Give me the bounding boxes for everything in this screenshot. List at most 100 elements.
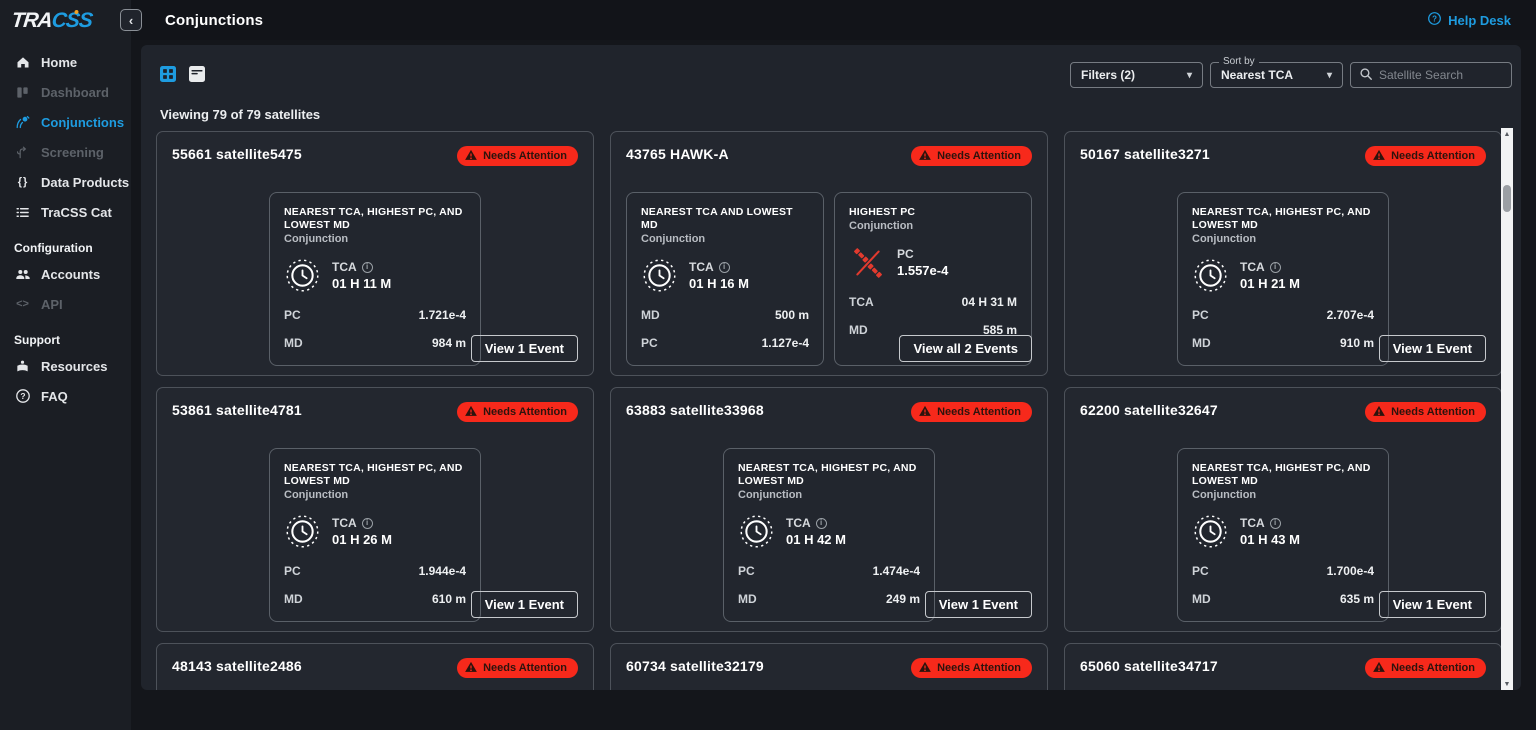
- help-desk-link[interactable]: ? Help Desk: [1427, 0, 1511, 40]
- satellite-card: 43765 HAWK-A Needs Attention NEAREST TCA…: [610, 131, 1048, 376]
- viewing-count-text: Viewing 79 of 79 satellites: [160, 107, 320, 122]
- sidebar-item-label: API: [41, 297, 63, 312]
- conjunction-panel-subtitle: Conjunction: [284, 233, 466, 245]
- info-icon[interactable]: i: [362, 262, 373, 273]
- metric-value: 1.557e-4: [897, 263, 948, 278]
- list-view-icon[interactable]: [189, 66, 205, 82]
- conjunction-panel-title: HIGHEST PC: [849, 206, 1017, 219]
- sidebar-item-data-products[interactable]: { } Data Products: [0, 167, 131, 197]
- card-header: 53861 satellite4781 Needs Attention: [172, 402, 578, 422]
- sidebar-item-label: Data Products: [41, 175, 129, 190]
- row-label: MD: [849, 323, 868, 337]
- view-events-button[interactable]: View all 2 Events: [899, 335, 1032, 362]
- sidebar-item-label: Conjunctions: [41, 115, 124, 130]
- warning-triangle-icon: [918, 660, 932, 677]
- sidebar-item-tracss-cat[interactable]: TraCSS Cat: [0, 197, 131, 227]
- metric-value: 01 H 26 M: [332, 532, 392, 547]
- logo-text-tra: TRA: [10, 9, 53, 32]
- needs-attention-badge: Needs Attention: [1365, 658, 1486, 678]
- row-value: 1.474e-4: [873, 564, 920, 578]
- card-header: 55661 satellite5475 Needs Attention: [172, 146, 578, 166]
- grid-view-icon[interactable]: [160, 66, 176, 82]
- view-events-button[interactable]: View 1 Event: [471, 335, 578, 362]
- help-icon: ?: [1427, 11, 1442, 29]
- sidebar-item-api[interactable]: <> API: [0, 289, 131, 319]
- conjunction-panel-subtitle: Conjunction: [284, 489, 466, 501]
- chevron-left-icon: ‹: [129, 13, 133, 28]
- tracss-logo: TRACSS: [0, 0, 133, 33]
- metric-row: PC 2.707e-4: [1192, 308, 1374, 322]
- row-label: PC: [284, 564, 301, 578]
- row-label: PC: [738, 564, 755, 578]
- view-toggles: [160, 66, 205, 82]
- sidebar-item-resources[interactable]: Resources: [0, 351, 131, 381]
- satellite-title: 63883 satellite33968: [626, 402, 764, 418]
- sidebar-item-home[interactable]: Home: [0, 47, 131, 77]
- primary-metric: PC 1.557e-4: [849, 244, 1017, 281]
- primary-metric: TCA i 01 H 42 M: [738, 513, 920, 550]
- needs-attention-badge: Needs Attention: [911, 402, 1032, 422]
- info-icon[interactable]: i: [1270, 518, 1281, 529]
- row-label: MD: [1192, 336, 1211, 350]
- chevron-down-icon: ▾: [1327, 70, 1332, 81]
- info-icon[interactable]: i: [719, 262, 730, 273]
- filters-dropdown[interactable]: Filters (2) ▾: [1070, 62, 1203, 88]
- badge-label: Needs Attention: [937, 406, 1021, 418]
- sidebar-item-label: TraCSS Cat: [41, 205, 112, 220]
- primary-metric: TCA i 01 H 16 M: [641, 257, 809, 294]
- metric-row: MD 910 m: [1192, 336, 1374, 350]
- view-events-button[interactable]: View 1 Event: [1379, 335, 1486, 362]
- card-header: 62200 satellite32647 Needs Attention: [1080, 402, 1486, 422]
- row-value: 635 m: [1340, 592, 1374, 606]
- conjunction-panel-subtitle: Conjunction: [738, 489, 920, 501]
- scroll-down-icon[interactable]: ▼: [1501, 678, 1513, 690]
- metric-row: PC 1.474e-4: [738, 564, 920, 578]
- clock-icon: [641, 257, 678, 294]
- sidebar-collapse-button[interactable]: ‹: [120, 9, 142, 31]
- sidebar-item-conjunctions[interactable]: Conjunctions: [0, 107, 131, 137]
- view-events-button[interactable]: View 1 Event: [1379, 591, 1486, 618]
- row-label: MD: [284, 592, 303, 606]
- resources-icon: [14, 358, 31, 375]
- satellite-title: 55661 satellite5475: [172, 146, 302, 162]
- badge-label: Needs Attention: [483, 662, 567, 674]
- sidebar-item-label: Home: [41, 55, 77, 70]
- scrollbar-thumb[interactable]: [1503, 185, 1511, 212]
- card-header: 65060 satellite34717 Needs Attention: [1080, 658, 1486, 678]
- sort-by-label: Sort by: [1219, 56, 1259, 67]
- info-icon[interactable]: i: [816, 518, 827, 529]
- info-icon[interactable]: i: [362, 518, 373, 529]
- metric-label: TCA i: [1240, 516, 1300, 530]
- sidebar-section-support: Support: [0, 333, 131, 347]
- vertical-scrollbar[interactable]: ▲ ▼: [1501, 128, 1513, 690]
- svg-text:?: ?: [20, 391, 25, 401]
- warning-triangle-icon: [464, 148, 478, 165]
- badge-label: Needs Attention: [1391, 662, 1475, 674]
- view-events-button[interactable]: View 1 Event: [925, 591, 1032, 618]
- sidebar-item-accounts[interactable]: Accounts: [0, 259, 131, 289]
- sidebar-item-screening[interactable]: Screening: [0, 137, 131, 167]
- needs-attention-badge: Needs Attention: [1365, 402, 1486, 422]
- needs-attention-badge: Needs Attention: [457, 402, 578, 422]
- primary-metric: TCA i 01 H 26 M: [284, 513, 466, 550]
- metric-row: MD 635 m: [1192, 592, 1374, 606]
- sidebar-item-faq[interactable]: ? FAQ: [0, 381, 131, 411]
- scroll-up-icon[interactable]: ▲: [1501, 128, 1513, 140]
- sidebar-section-configuration: Configuration: [0, 241, 131, 255]
- row-label: MD: [738, 592, 757, 606]
- metric-row: PC 1.700e-4: [1192, 564, 1374, 578]
- metric-value: 01 H 16 M: [689, 276, 749, 291]
- info-icon[interactable]: i: [1270, 262, 1281, 273]
- conjunction-panel: NEAREST TCA, HIGHEST PC, AND LOWEST MD C…: [1177, 448, 1389, 622]
- sort-value: Nearest TCA: [1221, 68, 1293, 82]
- sidebar-item-label: Dashboard: [41, 85, 109, 100]
- badge-label: Needs Attention: [937, 662, 1021, 674]
- sidebar-item-label: Screening: [41, 145, 104, 160]
- metric-value: 01 H 43 M: [1240, 532, 1300, 547]
- card-header: 60734 satellite32179 Needs Attention: [626, 658, 1032, 678]
- metric-row: MD 500 m: [641, 308, 809, 322]
- view-events-button[interactable]: View 1 Event: [471, 591, 578, 618]
- sidebar-item-dashboard[interactable]: Dashboard: [0, 77, 131, 107]
- sort-dropdown[interactable]: Sort by Nearest TCA ▾: [1210, 62, 1343, 88]
- search-input[interactable]: [1379, 68, 1499, 82]
